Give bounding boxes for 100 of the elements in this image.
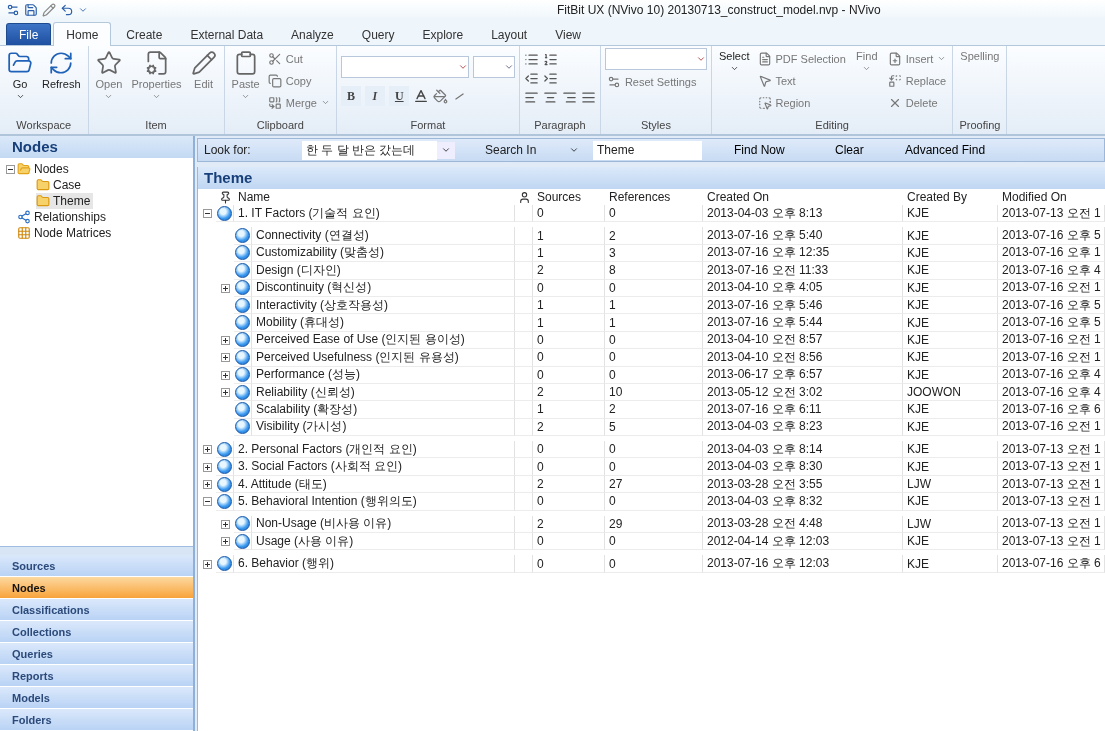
- navigation-button[interactable]: Sources: [0, 555, 193, 577]
- table-cell: LJW: [903, 475, 998, 494]
- ribbon-tab[interactable]: Query: [348, 23, 408, 45]
- navigation-button[interactable]: Nodes: [0, 577, 193, 599]
- ribbon-tab[interactable]: Layout: [478, 23, 541, 45]
- table-cell: 1: [533, 401, 605, 419]
- column-header[interactable]: Sources: [533, 190, 605, 204]
- person-icon[interactable]: [517, 190, 531, 204]
- ribbon-tab[interactable]: Create: [113, 23, 176, 45]
- ribbon-button[interactable]: Refresh: [39, 48, 84, 92]
- navigation-button[interactable]: Reports: [0, 665, 193, 687]
- table-cell: 0: [605, 349, 703, 367]
- align-left-icon[interactable]: [523, 90, 539, 105]
- format-button[interactable]: U: [388, 86, 409, 106]
- expand-toggle[interactable]: [220, 388, 230, 398]
- undo-icon[interactable]: [60, 3, 74, 17]
- expand-toggle[interactable]: [202, 480, 212, 490]
- advanced-find-button[interactable]: Advanced Find: [905, 143, 1025, 157]
- expand-toggle[interactable]: [220, 283, 230, 293]
- navigation-button[interactable]: Folders: [0, 709, 193, 731]
- expand-toggle[interactable]: [220, 353, 230, 363]
- folder-icon: [17, 162, 31, 176]
- find-now-button[interactable]: Find Now: [734, 143, 835, 157]
- folder-icon: [7, 50, 33, 76]
- expand-toggle[interactable]: [202, 497, 212, 507]
- tree-item[interactable]: Theme: [36, 193, 94, 209]
- node-icon: [235, 419, 250, 435]
- replace-icon: [887, 73, 902, 88]
- font-color-icon[interactable]: [412, 88, 429, 104]
- search-field[interactable]: 한 두 달 반은 갔는데: [302, 140, 437, 160]
- expand-toggle[interactable]: [202, 445, 212, 455]
- column-header[interactable]: Created By: [903, 190, 998, 204]
- empty-cell: [515, 418, 533, 437]
- pin-icon[interactable]: [218, 190, 232, 204]
- empty-cell: [515, 401, 533, 419]
- tree-item[interactable]: Case: [36, 177, 84, 193]
- bullets-icon[interactable]: [523, 52, 539, 67]
- expand-toggle[interactable]: [220, 370, 230, 380]
- table-cell: KJE: [903, 314, 998, 332]
- numbering-icon[interactable]: [542, 52, 558, 67]
- node-icon: [217, 476, 232, 492]
- region-icon: [757, 95, 772, 110]
- highlight-icon[interactable]: [432, 88, 448, 104]
- expand-toggle[interactable]: [202, 559, 212, 569]
- name-cell: Interactivity (상호작용성): [252, 296, 515, 315]
- splitter-grip[interactable]: [0, 546, 193, 555]
- caret-icon: [729, 64, 739, 73]
- ribbon-button[interactable]: Select: [715, 48, 753, 75]
- table-cell: 0: [533, 279, 605, 297]
- ribbon-tab[interactable]: Analyze: [278, 23, 347, 45]
- app-icon[interactable]: [6, 3, 20, 17]
- table-cell: 3: [605, 244, 703, 263]
- justify-icon[interactable]: [580, 90, 596, 105]
- align-center-icon[interactable]: [542, 90, 558, 105]
- name-cell: 5. Behavioral Intention (행위의도): [234, 493, 515, 511]
- ribbon-button[interactable]: Go: [4, 48, 36, 103]
- align-right-icon[interactable]: [561, 90, 577, 105]
- clear-button[interactable]: Clear: [835, 143, 905, 157]
- pencil-icon[interactable]: [42, 3, 56, 17]
- ribbon-tab[interactable]: External Data: [177, 23, 277, 45]
- ribbon-tab[interactable]: Explore: [409, 23, 477, 45]
- format-button[interactable]: I: [364, 86, 385, 106]
- tree-item[interactable]: Nodes: [17, 161, 72, 177]
- table-cell: 2: [533, 383, 605, 402]
- ribbon-tab[interactable]: Home: [53, 22, 112, 46]
- indent-icon[interactable]: [542, 71, 558, 86]
- navigation-button[interactable]: Collections: [0, 621, 193, 643]
- column-header[interactable]: Modified On: [998, 190, 1105, 204]
- column-header[interactable]: Name: [234, 190, 515, 204]
- expand-toggle[interactable]: [220, 537, 230, 547]
- search-in-field[interactable]: Theme: [593, 140, 702, 160]
- format-button[interactable]: B: [340, 86, 361, 106]
- navigation-button[interactable]: Classifications: [0, 599, 193, 621]
- empty-cell: [515, 366, 533, 384]
- collapse-toggle[interactable]: [6, 164, 15, 174]
- expand-toggle[interactable]: [202, 462, 212, 472]
- expand-toggle[interactable]: [220, 335, 230, 345]
- tree-item[interactable]: Relationships: [17, 209, 110, 225]
- caret-icon: [241, 92, 251, 101]
- save-icon[interactable]: [24, 3, 38, 17]
- ribbon-tab[interactable]: View: [542, 23, 594, 45]
- empty-cell: [515, 458, 533, 476]
- name-cell: Customizability (맞춤성): [252, 244, 515, 263]
- expand-toggle[interactable]: [202, 209, 212, 219]
- table-cell: 0: [533, 366, 605, 384]
- ribbon-tab[interactable]: File: [6, 23, 52, 45]
- caret-icon[interactable]: [78, 5, 88, 15]
- column-header[interactable]: Created On: [703, 190, 903, 204]
- navigation-button[interactable]: Models: [0, 687, 193, 709]
- navigation-button[interactable]: Queries: [0, 643, 193, 665]
- outdent-icon[interactable]: [523, 71, 539, 86]
- group-label: Proofing: [958, 118, 1002, 133]
- empty-cell: [515, 244, 533, 263]
- expand-toggle[interactable]: [220, 519, 230, 529]
- column-header[interactable]: References: [605, 190, 703, 204]
- table-cell: 2013-06-17 오후 6:57: [703, 366, 903, 384]
- empty-cell: [515, 262, 533, 280]
- table-cell: 2013-07-16 오전 1: [998, 279, 1105, 297]
- table-cell: 0: [605, 331, 703, 350]
- tree-item[interactable]: Node Matrices: [17, 225, 115, 241]
